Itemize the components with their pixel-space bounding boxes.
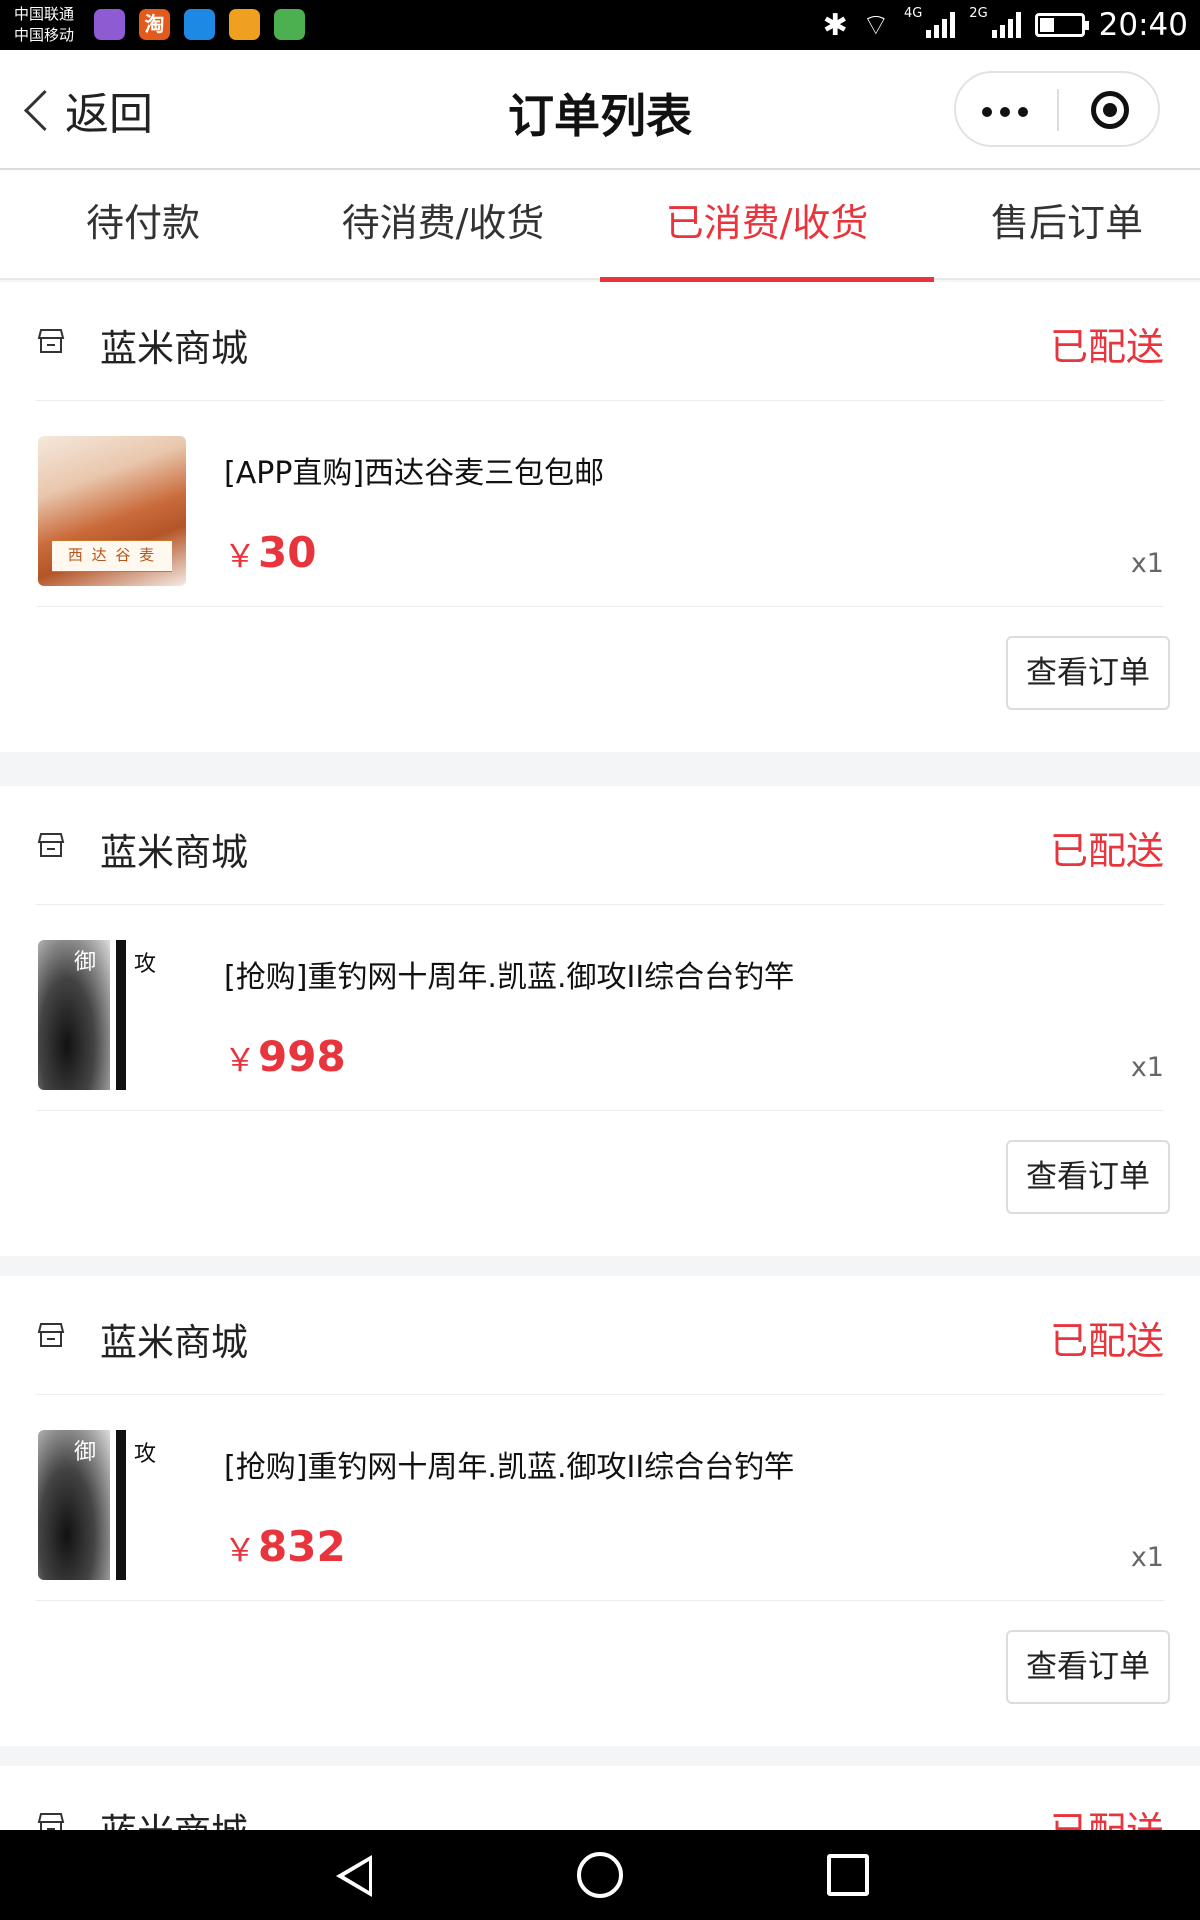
shield-app-icon	[274, 9, 305, 40]
view-order-button[interactable]: 查看订单	[1006, 636, 1170, 710]
currency-symbol: ￥	[224, 537, 257, 575]
carrier-info: 中国联通 中国移动	[14, 4, 74, 46]
store-icon	[37, 329, 65, 353]
back-triangle-icon[interactable]	[336, 1855, 372, 1897]
system-nav-bar	[0, 1830, 1200, 1920]
product-price: ￥998	[224, 1032, 346, 1081]
product-image: 御 攻	[38, 1430, 186, 1580]
currency-symbol: ￥	[224, 1531, 257, 1569]
more-icon[interactable]	[982, 107, 1028, 117]
bluetooth-icon: ✱	[822, 7, 848, 43]
product-price: ￥30	[224, 528, 316, 577]
product-title: [抢购]重钓网十周年.凯蓝.御攻II综合台钓竿	[224, 1450, 795, 1485]
product-image-glyph: 御	[74, 950, 97, 975]
store-icon	[37, 1323, 65, 1347]
order-item[interactable]: 御 攻 [抢购]重钓网十周年.凯蓝.御攻II综合台钓竿 ￥832 x1	[36, 1394, 1164, 1601]
status-bar: 中国联通 中国移动 淘 ✱ ⌔ 4G 2G 20:40	[0, 0, 1200, 50]
hand-app-icon	[229, 9, 260, 40]
product-image: 御 攻	[38, 940, 186, 1090]
product-image-glyph: 攻	[134, 952, 157, 977]
miniprogram-capsule	[954, 71, 1160, 147]
network-type-label: 4G	[903, 5, 923, 21]
product-image-art	[116, 940, 126, 1090]
price-value: 832	[258, 1522, 346, 1571]
order-header: 蓝米商城 已配送	[36, 1276, 1164, 1395]
notification-icons: 淘	[94, 9, 305, 40]
product-quantity: x1	[1130, 1542, 1164, 1573]
view-order-button[interactable]: 查看订单	[1006, 1140, 1170, 1214]
tab-after-sales[interactable]: 售后订单	[934, 170, 1200, 280]
tab-completed[interactable]: 已消费/收货	[600, 170, 934, 282]
order-card: 蓝米商城 已配送	[0, 1766, 1200, 1830]
status-badge: 已配送	[1049, 829, 1164, 873]
clock: 20:40	[1098, 7, 1188, 43]
product-quantity: x1	[1130, 548, 1164, 579]
capsule-divider	[1057, 89, 1059, 131]
gallery-app-icon	[94, 9, 125, 40]
battery-icon	[1034, 13, 1089, 37]
order-header: 蓝米商城 已配送	[36, 1766, 1164, 1830]
tab-pending-payment[interactable]: 待付款	[0, 170, 286, 280]
order-card: 蓝米商城 已配送 西 达 谷 麦 [APP直购]西达谷麦三包包邮 ￥30 x1 …	[0, 282, 1200, 752]
home-circle-icon[interactable]	[577, 1852, 623, 1898]
order-header: 蓝米商城 已配送	[36, 282, 1164, 401]
order-item[interactable]: 御 攻 [抢购]重钓网十周年.凯蓝.御攻II综合台钓竿 ￥998 x1	[36, 904, 1164, 1111]
carrier-name: 中国联通	[14, 5, 75, 23]
order-item[interactable]: 西 达 谷 麦 [APP直购]西达谷麦三包包邮 ￥30 x1	[36, 400, 1164, 607]
tab-pending-receipt[interactable]: 待消费/收货	[286, 170, 600, 280]
product-image: 西 达 谷 麦	[38, 436, 186, 586]
wifi-icon: ⌔	[861, 8, 890, 43]
recent-apps-icon[interactable]	[827, 1854, 869, 1896]
shop-name[interactable]: 蓝米商城	[100, 318, 248, 372]
shop-name[interactable]: 蓝米商城	[100, 822, 248, 876]
store-icon	[37, 833, 65, 857]
order-tabs: 待付款 待消费/收货 已消费/收货 售后订单	[0, 170, 1200, 282]
order-card: 蓝米商城 已配送 御 攻 [抢购]重钓网十周年.凯蓝.御攻II综合台钓竿 ￥83…	[0, 1276, 1200, 1746]
product-quantity: x1	[1130, 1052, 1164, 1083]
shop-name[interactable]: 蓝米商城	[100, 1802, 248, 1830]
price-value: 998	[258, 1032, 346, 1081]
product-image-label: 西 达 谷 麦	[52, 540, 172, 572]
order-card: 蓝米商城 已配送 御 攻 [抢购]重钓网十周年.凯蓝.御攻II综合台钓竿 ￥99…	[0, 786, 1200, 1256]
store-icon	[37, 1813, 65, 1830]
network-type-label: 2G	[969, 5, 988, 21]
status-badge: 已配送	[1049, 1319, 1164, 1363]
currency-symbol: ￥	[224, 1041, 257, 1079]
view-order-button[interactable]: 查看订单	[1006, 1630, 1170, 1704]
signal-icon	[991, 12, 1021, 38]
price-value: 30	[258, 528, 317, 577]
signal-icon	[926, 12, 956, 38]
product-image-glyph: 御	[74, 1440, 97, 1465]
product-title: [抢购]重钓网十周年.凯蓝.御攻II综合台钓竿	[224, 960, 795, 995]
taobao-app-icon: 淘	[139, 9, 170, 40]
status-badge: 已配送	[1049, 325, 1164, 369]
product-price: ￥832	[224, 1522, 346, 1571]
close-miniprogram-icon[interactable]	[1091, 91, 1129, 129]
shop-name[interactable]: 蓝米商城	[100, 1312, 248, 1366]
product-image-glyph: 攻	[134, 1442, 157, 1467]
nav-bar: 返回 订单列表	[0, 50, 1200, 170]
browser-app-icon	[184, 9, 215, 40]
product-image-art	[116, 1430, 126, 1580]
carrier-name: 中国移动	[14, 26, 75, 44]
order-header: 蓝米商城 已配送	[36, 786, 1164, 905]
product-title: [APP直购]西达谷麦三包包邮	[224, 456, 605, 491]
status-badge: 已配送	[1050, 1800, 1164, 1830]
